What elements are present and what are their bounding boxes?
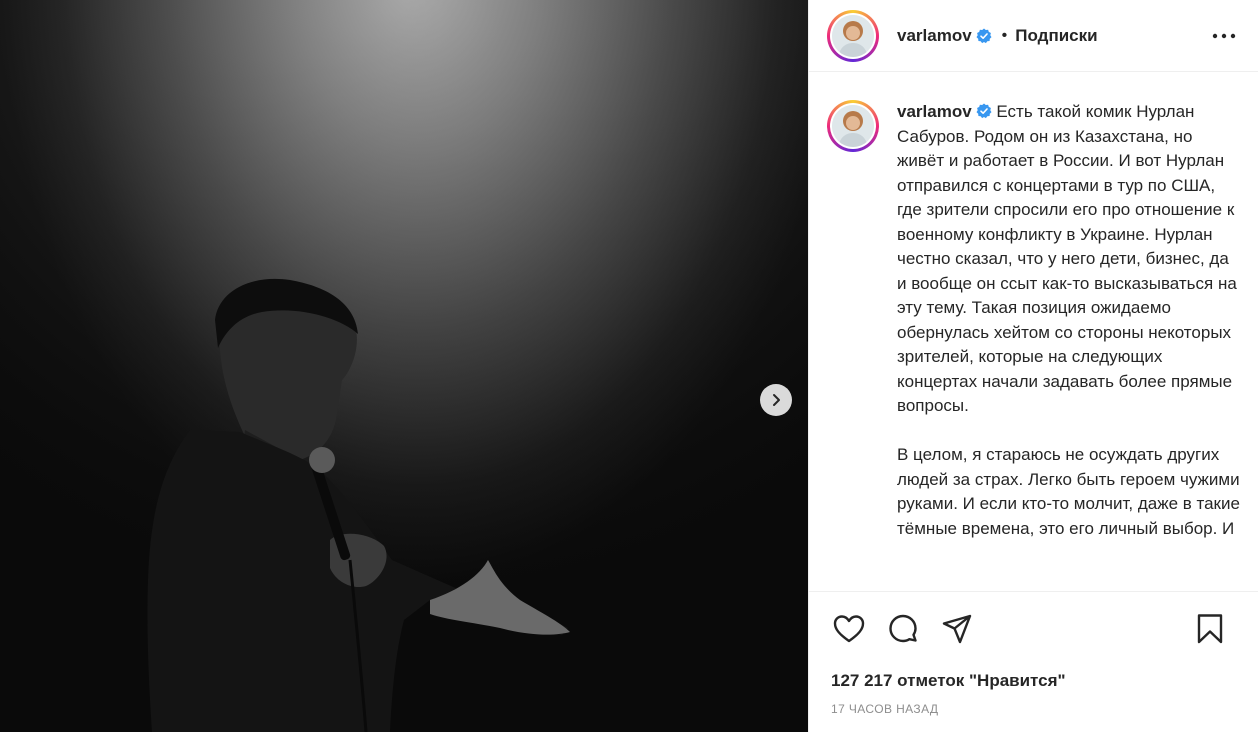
avatar-image <box>832 105 874 147</box>
caption-paragraph-2: В целом, я стараюсь не осуждать других л… <box>897 445 1245 538</box>
heart-icon <box>833 615 865 643</box>
post-header: varlamov • Подписки <box>809 0 1258 72</box>
verified-badge-icon <box>976 103 992 119</box>
action-bar <box>809 592 1258 666</box>
save-button[interactable] <box>1192 611 1228 647</box>
likes-count[interactable]: 127 217 отметок "Нравится" <box>809 666 1258 696</box>
caption-paragraph-1: Есть такой комик Нурлан Сабуров. Родом о… <box>897 102 1242 415</box>
more-options-button[interactable] <box>1212 24 1236 48</box>
post-side-panel: varlamov • Подписки varlamov Есть такой … <box>808 0 1258 732</box>
next-photo-button[interactable] <box>760 384 792 416</box>
photo-content <box>0 0 808 732</box>
chevron-right-icon <box>773 394 780 406</box>
post-viewer: varlamov • Подписки varlamov Есть такой … <box>0 0 1258 732</box>
comments-area[interactable]: varlamov Есть такой комик Нурлан Сабуров… <box>809 72 1258 592</box>
share-icon <box>942 614 972 644</box>
more-options-icon <box>1212 33 1236 39</box>
comment-icon <box>889 614 917 643</box>
header-username[interactable]: varlamov <box>897 26 972 46</box>
avatar-image <box>832 14 874 57</box>
caption-text: varlamov Есть такой комик Нурлан Сабуров… <box>897 100 1242 541</box>
caption: varlamov Есть такой комик Нурлан Сабуров… <box>827 100 1242 541</box>
like-button[interactable] <box>831 611 867 647</box>
post-timestamp[interactable]: 17 ЧАСОВ НАЗАД <box>809 696 1258 732</box>
caption-username[interactable]: varlamov <box>897 102 972 121</box>
following-button[interactable]: Подписки <box>1015 26 1097 46</box>
caption-avatar[interactable] <box>827 100 879 152</box>
verified-badge-icon <box>976 28 992 44</box>
avatar[interactable] <box>827 9 879 62</box>
bookmark-icon <box>1197 614 1223 644</box>
share-button[interactable] <box>939 611 975 647</box>
comment-button[interactable] <box>885 611 921 647</box>
post-photo[interactable] <box>0 0 808 732</box>
separator-dot: • <box>1001 26 1008 44</box>
